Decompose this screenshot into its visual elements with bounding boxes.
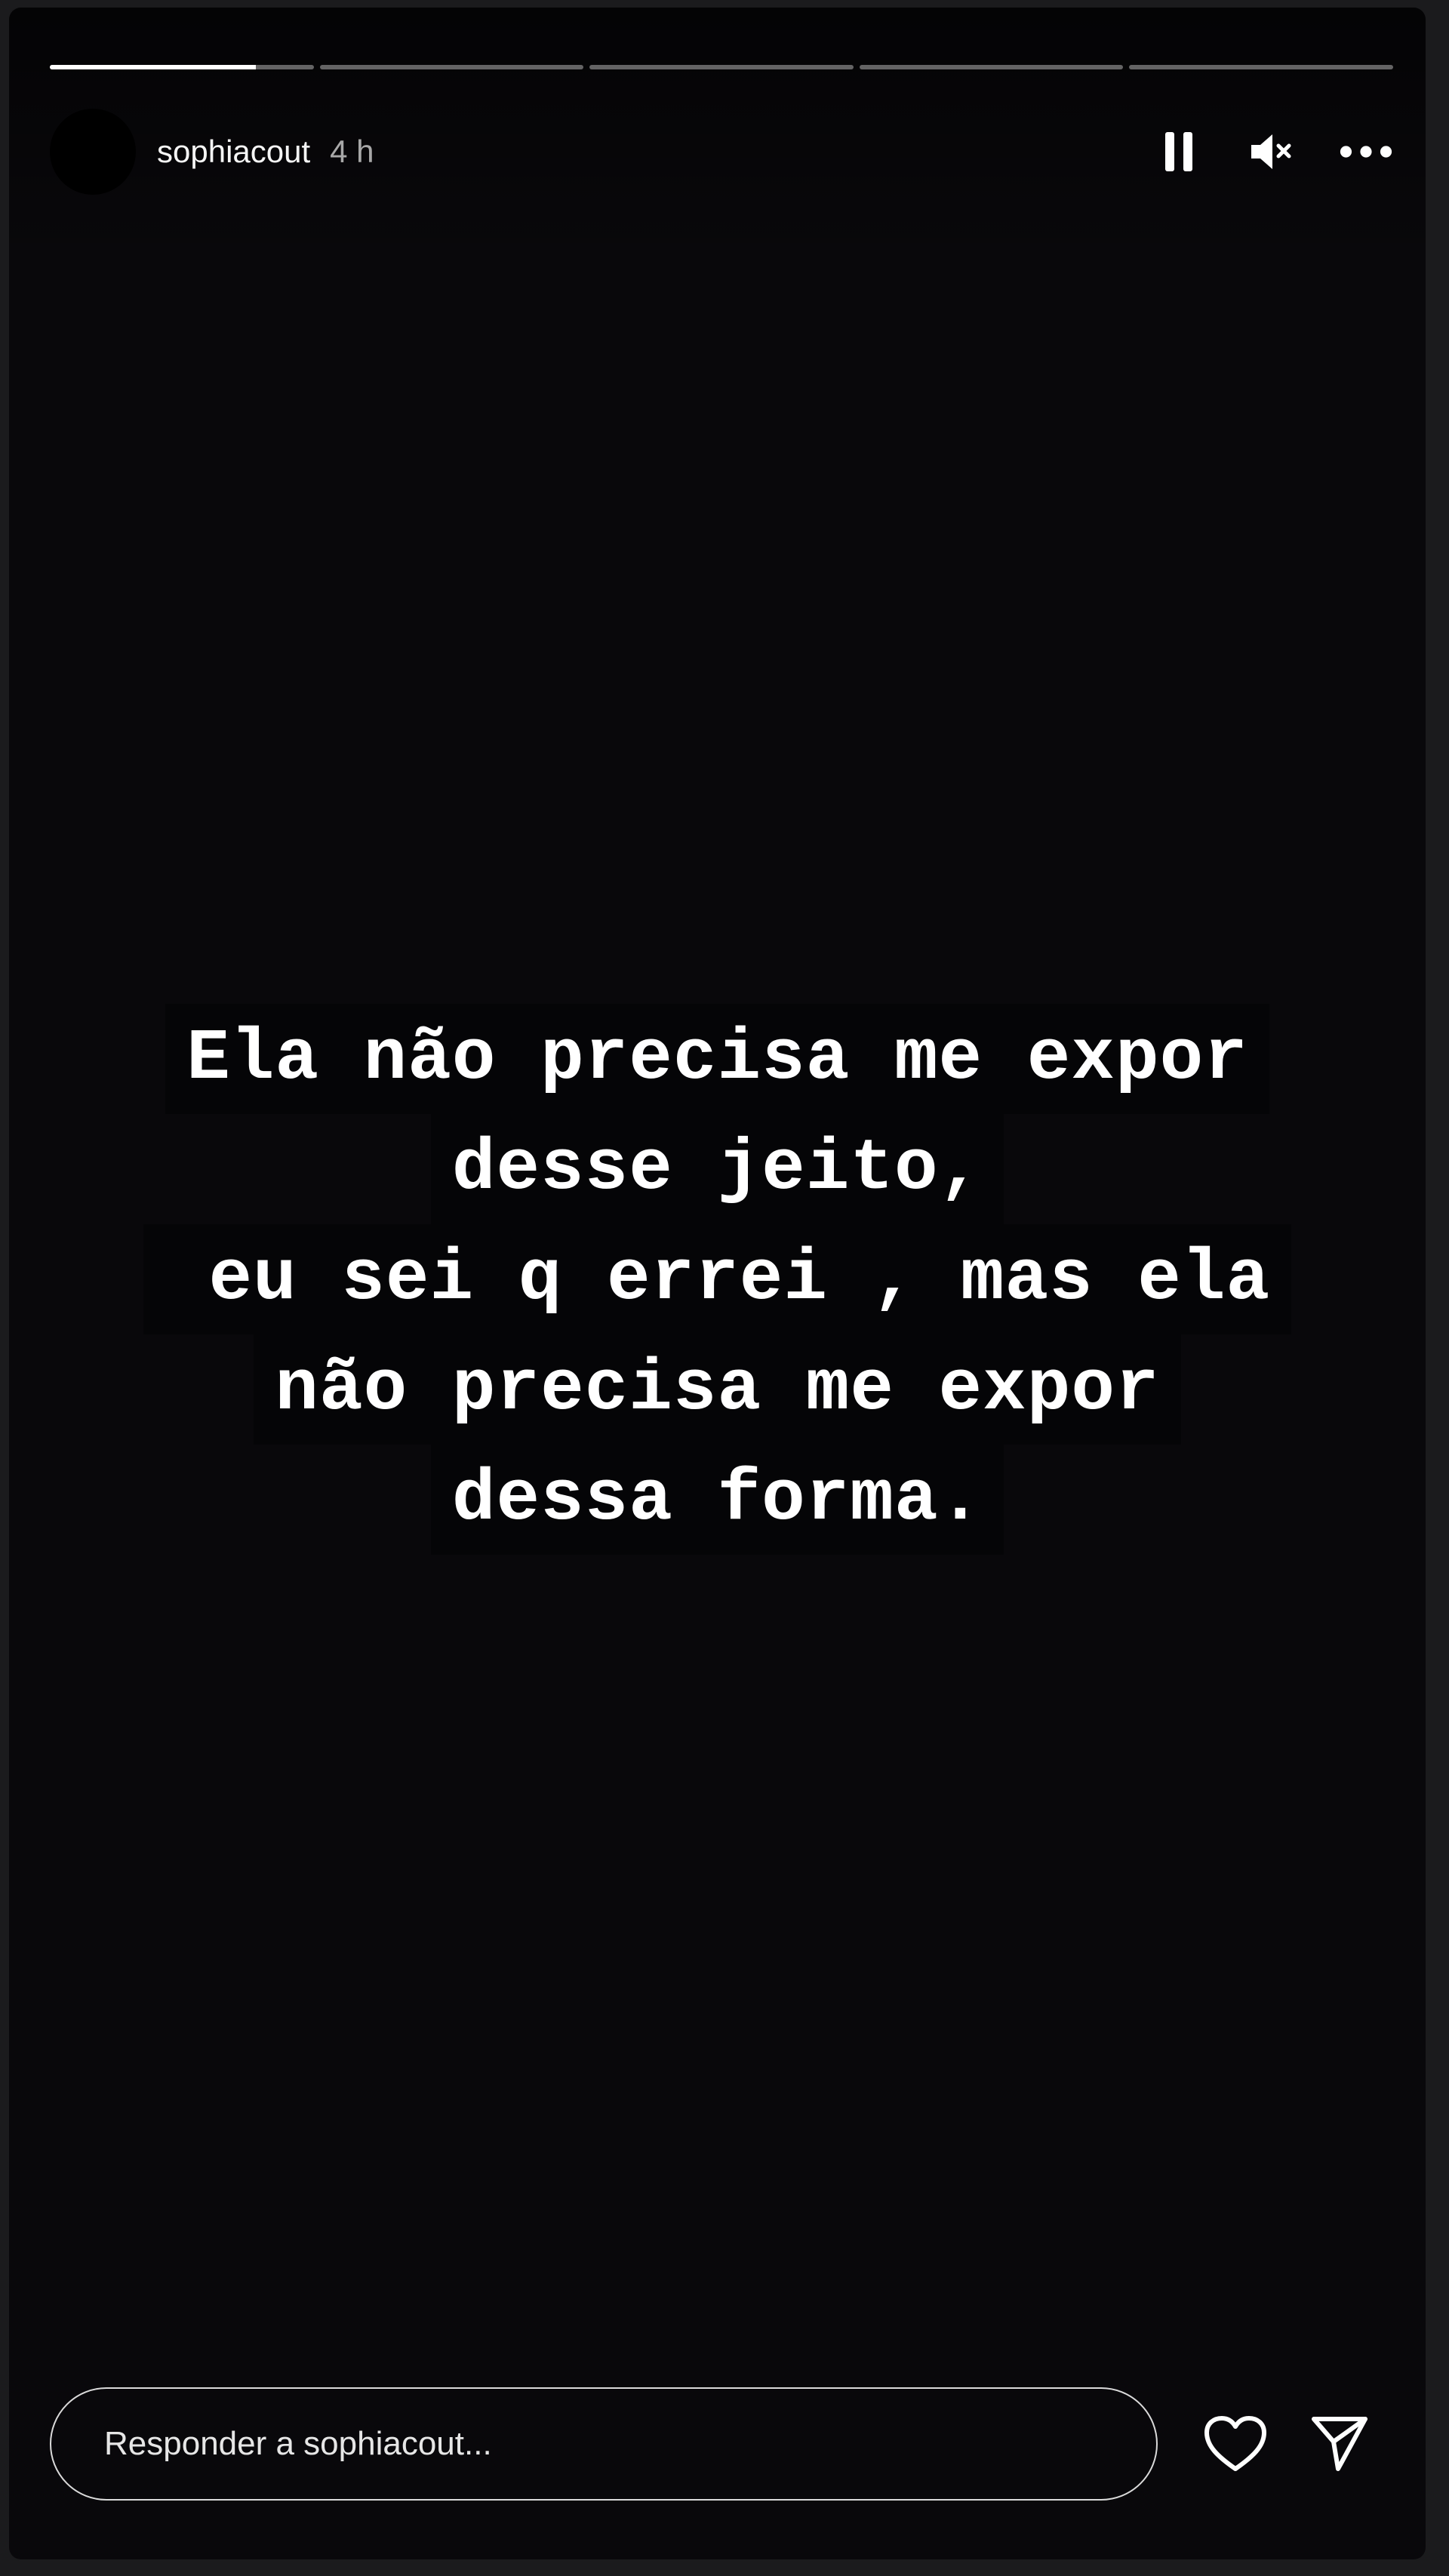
progress-segment (1129, 65, 1393, 69)
pause-button[interactable] (1152, 125, 1206, 179)
progress-fill (50, 65, 256, 69)
story-text: Ela não precisa me expor desse jeito, eu… (9, 1004, 1426, 1555)
story-text-line: não precisa me expor (254, 1334, 1181, 1445)
more-options-button[interactable] (1339, 125, 1393, 179)
send-button[interactable] (1302, 2406, 1377, 2482)
story-card[interactable]: sophiacout 4 h Ela não precisa me expor … (9, 8, 1426, 2559)
pause-icon (1165, 132, 1192, 171)
story-time: 4 h (330, 134, 374, 169)
story-viewer: sophiacout 4 h Ela não precisa me expor … (0, 0, 1449, 2576)
avatar[interactable] (50, 109, 136, 195)
heart-icon (1204, 2416, 1266, 2471)
reply-input[interactable]: Responder a sophiacout... (50, 2387, 1158, 2501)
more-icon (1340, 146, 1392, 158)
story-text-line: desse jeito, (430, 1114, 1004, 1224)
header-actions (1152, 101, 1393, 202)
progress-segment (859, 65, 1124, 69)
mute-button[interactable] (1245, 125, 1300, 179)
progress-segment (319, 65, 584, 69)
progress-segment (50, 65, 314, 69)
story-text-line: Ela não precisa me expor (165, 1004, 1269, 1114)
like-button[interactable] (1198, 2406, 1273, 2482)
progress-segment (589, 65, 854, 69)
story-header: sophiacout 4 h (50, 101, 1393, 202)
username[interactable]: sophiacout (157, 134, 310, 170)
mute-icon (1251, 134, 1291, 169)
story-text-line: dessa forma. (430, 1445, 1004, 1555)
send-icon (1312, 2417, 1367, 2471)
story-text-line: eu sei q errei , mas ela (143, 1224, 1292, 1334)
story-progress (50, 65, 1393, 71)
